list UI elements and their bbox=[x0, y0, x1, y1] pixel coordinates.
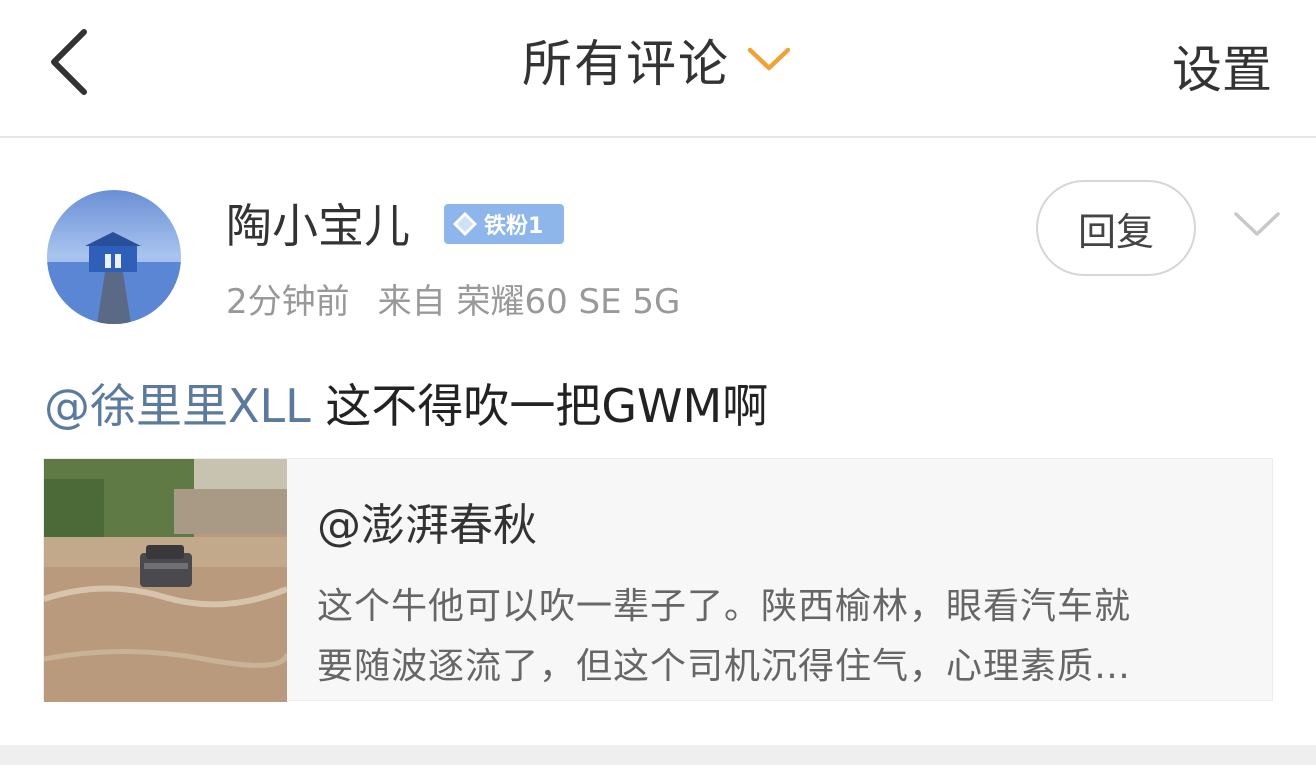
quoted-post-author[interactable]: @澎湃春秋 bbox=[317, 489, 537, 553]
quoted-post-text-line: 这个牛他可以吹一辈子了。陕西榆林，眼看汽车就 bbox=[317, 586, 1132, 627]
chevron-down-icon[interactable] bbox=[744, 42, 794, 78]
quoted-post-thumbnail bbox=[44, 459, 287, 702]
top-bar: 所有评论 设置 bbox=[0, 0, 1316, 138]
mention-link[interactable]: @徐里里XLL bbox=[44, 379, 311, 433]
comment-content: 这不得吹一把GWM啊 bbox=[310, 379, 769, 433]
fan-badge-label: 铁粉1 bbox=[484, 214, 544, 239]
section-divider bbox=[0, 745, 1316, 765]
avatar[interactable] bbox=[47, 190, 181, 324]
comment-time: 2分钟前 bbox=[226, 282, 350, 322]
comment-body: @徐里里XLL 这不得吹一把GWM啊 bbox=[44, 370, 768, 436]
quoted-post-text-line: 要随波逐流了，但这个司机沉得住气，心理素质… bbox=[317, 646, 1132, 687]
settings-button[interactable]: 设置 bbox=[1172, 30, 1272, 102]
username[interactable]: 陶小宝儿 bbox=[226, 190, 410, 256]
comments-page: 所有评论 设置 陶小宝儿 铁粉1 2分钟前 来自 荣耀60 SE 5G 回复 @… bbox=[0, 0, 1316, 765]
quoted-post-card[interactable]: @澎湃春秋 这个牛他可以吹一辈子了。陕西榆林，眼看汽车就 要随波逐流了，但这个司… bbox=[43, 458, 1273, 702]
diamond-icon bbox=[453, 212, 477, 236]
avatar-image bbox=[47, 190, 181, 324]
comment-meta: 2分钟前 来自 荣耀60 SE 5G bbox=[226, 274, 680, 323]
chevron-down-icon[interactable] bbox=[1232, 208, 1282, 240]
comment-source: 来自 荣耀60 SE 5G bbox=[377, 282, 681, 322]
fan-badge[interactable]: 铁粉1 bbox=[444, 204, 564, 244]
reply-button[interactable]: 回复 bbox=[1036, 180, 1196, 276]
title-area: 所有评论 bbox=[0, 28, 1316, 93]
page-title[interactable]: 所有评论 bbox=[522, 24, 730, 96]
